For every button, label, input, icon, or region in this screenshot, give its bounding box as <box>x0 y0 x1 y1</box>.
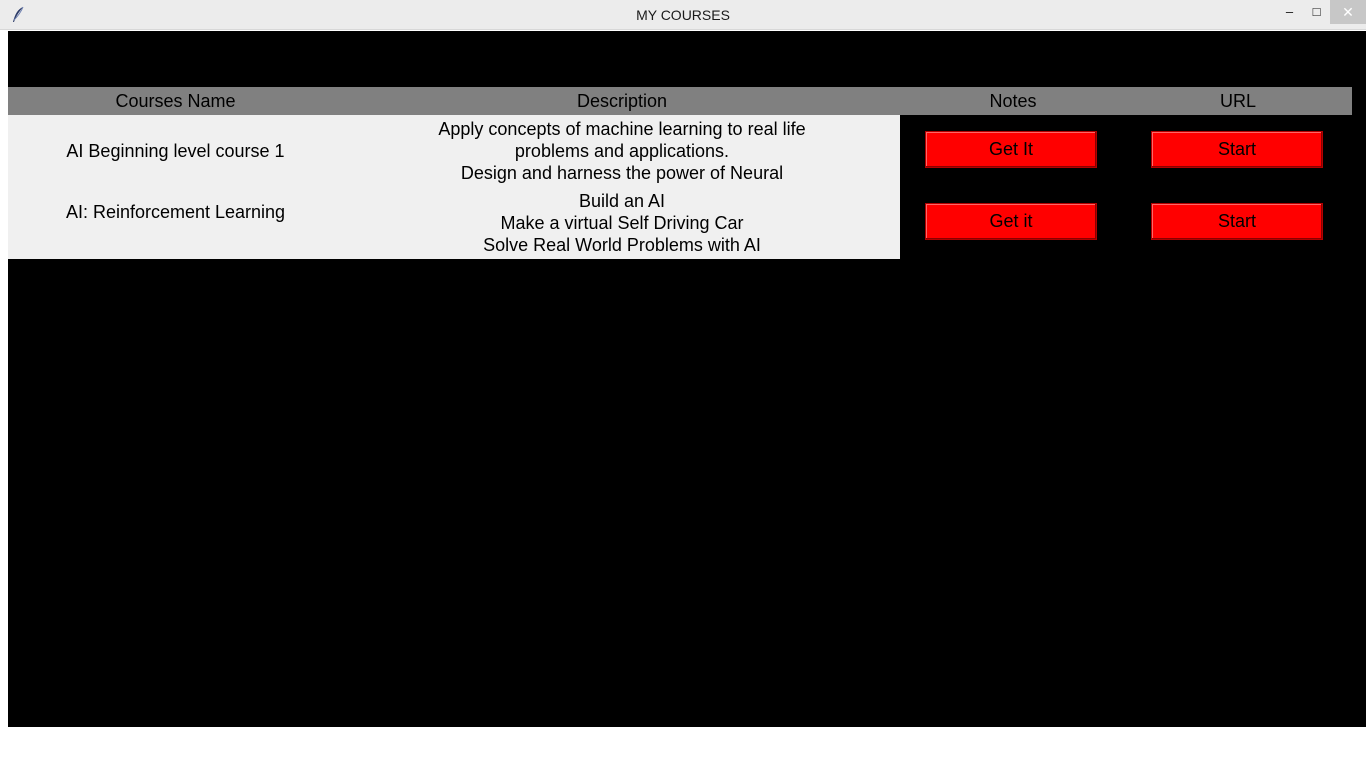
header-notes: Notes <box>989 91 1037 111</box>
get-notes-button[interactable]: Get It <box>925 131 1097 168</box>
app-window: MY COURSES – □ ✕ Courses Name Descriptio… <box>0 0 1366 768</box>
window-title: MY COURSES <box>636 7 730 23</box>
start-course-button[interactable]: Start <box>1151 131 1323 168</box>
description-line: Make a virtual Self Driving Car <box>500 213 744 233</box>
minimize-button[interactable]: – <box>1276 0 1303 24</box>
description-line: problems and applications. <box>514 141 730 161</box>
course-description: Apply concepts of machine learning to re… <box>388 118 856 184</box>
header-description: Description <box>576 91 668 111</box>
header-url: URL <box>1219 91 1256 111</box>
description-line: Build an AI <box>578 191 666 211</box>
table-header: Courses Name Description Notes URL <box>8 87 1352 115</box>
header-courses-name: Courses Name <box>115 91 236 111</box>
course-name: AI: Reinforcement Learning <box>65 202 286 222</box>
maximize-button[interactable]: □ <box>1303 0 1330 24</box>
get-notes-button[interactable]: Get it <box>925 203 1097 240</box>
courses-table-body: AI Beginning level course 1 Apply concep… <box>8 115 900 259</box>
courses-canvas: Courses Name Description Notes URL AI Be… <box>8 31 1366 727</box>
title-bar[interactable]: MY COURSES – □ ✕ <box>0 0 1366 30</box>
description-line: Solve Real World Problems with AI <box>483 235 761 255</box>
close-button[interactable]: ✕ <box>1330 0 1366 24</box>
description-line: Apply concepts of machine learning to re… <box>438 119 806 139</box>
description-line: Design and harness the power of Neural <box>460 163 784 183</box>
course-name: AI Beginning level course 1 <box>66 141 285 161</box>
course-description: Build an AI Make a virtual Self Driving … <box>388 190 856 256</box>
start-course-button[interactable]: Start <box>1151 203 1323 240</box>
